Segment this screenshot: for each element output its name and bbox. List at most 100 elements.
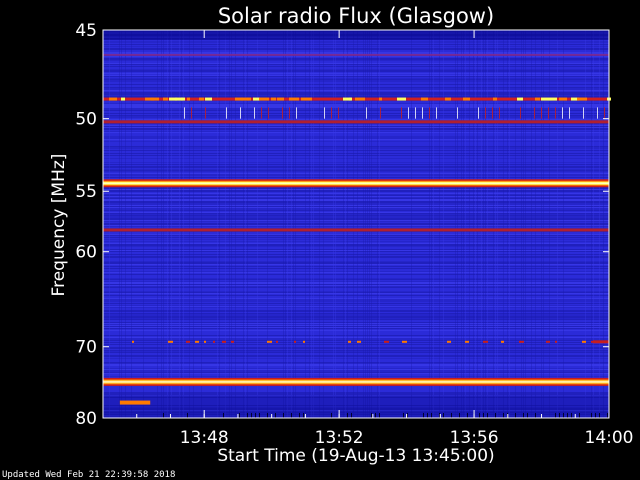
interference-dot [593,340,609,344]
noise-streak [523,30,524,418]
noise-line [103,316,609,317]
noise-line [103,125,609,126]
dropout-streak [451,412,452,418]
interference-tick [226,107,227,119]
noise-line [103,197,609,198]
noise-streak [193,30,194,418]
noise-line [103,311,609,312]
interference-burst [265,97,269,101]
interference-tick [555,107,556,119]
noise-line [103,42,609,43]
noise-line [103,310,609,311]
interference-burst [349,97,352,101]
noise-line [103,307,609,308]
noise-line [103,44,609,45]
dropout-streak [247,412,248,418]
noise-streak [143,30,144,418]
noise-line [103,73,609,74]
noise-streak [563,30,564,418]
noise-streak [161,30,162,418]
dropout-streak [559,412,560,418]
dropout-streak [163,412,164,418]
noise-line [103,266,609,267]
interference-burst [559,97,567,101]
noise-line [103,104,609,105]
noise-line [103,209,609,210]
noise-streak [457,30,458,418]
noise-line [103,126,609,127]
interference-dot [276,340,278,343]
noise-line [103,301,609,302]
noise-streak [119,30,120,418]
noise-line [103,75,609,76]
noise-line [103,246,609,247]
dropout-streak [607,412,608,418]
interference-tick [583,107,584,119]
noise-line [103,88,609,89]
noise-line [103,87,609,88]
noise-streak [293,30,294,418]
noise-line [103,234,609,235]
interference-tick [282,107,283,119]
noise-line [103,58,609,59]
noise-line [103,348,609,349]
noise-line [103,175,609,176]
noise-line [103,371,609,372]
update-timestamp: Updated Wed Feb 21 22:39:58 2018 [2,470,175,480]
x-tick-label: 14:00 [585,428,634,448]
noise-streak [469,30,470,418]
noise-line [103,225,609,226]
noise-line [103,335,609,336]
noise-line [103,365,609,366]
interference-burst [277,97,284,101]
interference-dot [186,340,190,343]
interference-tick [485,107,486,119]
noise-streak [309,30,310,418]
interference-burst [355,97,365,101]
noise-line [103,117,609,118]
dropout-streak [431,412,432,418]
noise-line [103,94,609,95]
noise-line [103,241,609,242]
noise-streak [531,30,532,418]
noise-line [103,200,609,201]
noise-line [103,146,609,147]
dropout-streak [599,412,600,418]
noise-line [103,237,609,238]
interference-dot [384,340,389,343]
dropout-streak [483,412,484,418]
dropout-streak [187,412,188,418]
interference-tick [408,107,409,119]
interference-dot [132,340,134,343]
noise-line [103,272,609,273]
noise-line [103,394,609,395]
noise-line [103,128,609,129]
noise-streak [365,30,366,418]
noise-streak [171,30,172,418]
interference-dot [582,340,586,343]
noise-streak [585,30,586,418]
interference-burst [577,97,587,101]
noise-line [103,285,609,286]
interference-tick [289,107,290,119]
noise-line [103,174,609,175]
noise-line [103,93,609,94]
noise-line [103,274,609,275]
interference-burst [535,97,540,101]
y-tick-label: 45 [75,21,97,41]
noise-line [103,355,609,356]
interference-dot [519,340,524,343]
y-tick-label: 70 [75,338,97,358]
noise-line [103,243,609,244]
noise-line [103,317,609,318]
noise-streak [335,30,336,418]
noise-line [103,210,609,211]
interference-tick [338,107,339,119]
noise-line [103,80,609,81]
interference-burst [463,97,470,101]
dropout-streak [515,412,516,418]
dropout-streak [467,412,468,418]
interference-dot [195,340,199,343]
noise-streak [131,30,132,418]
noise-line [103,115,609,116]
